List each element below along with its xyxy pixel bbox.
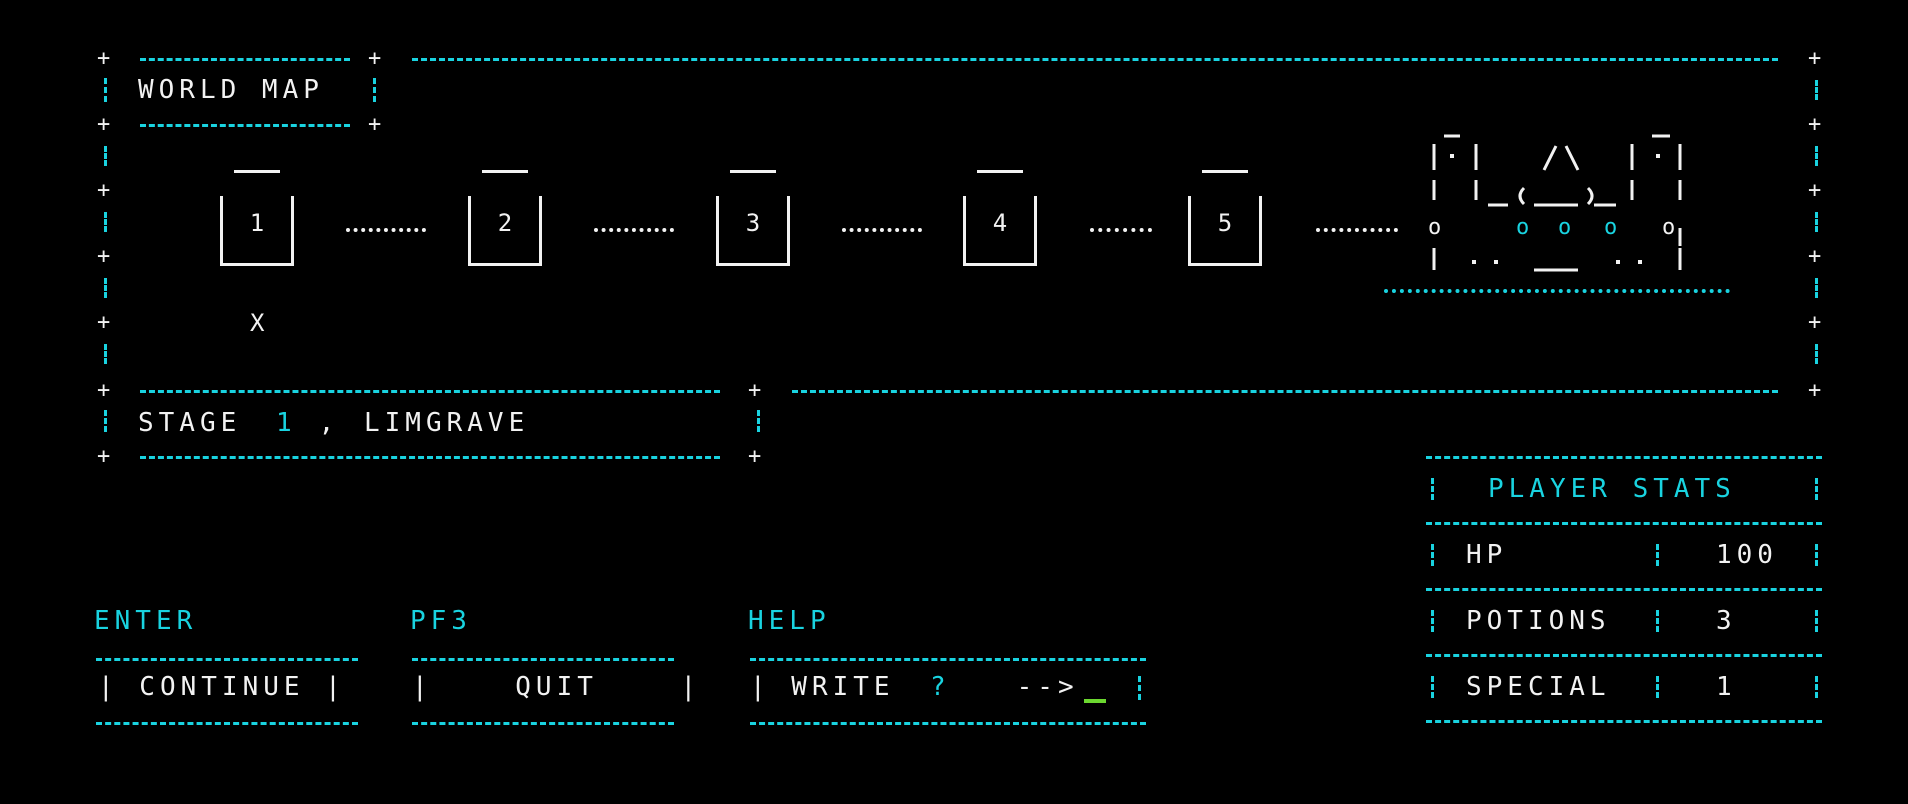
stat-value-special: 1 bbox=[1716, 672, 1737, 702]
help-arrow: --> bbox=[996, 672, 1079, 702]
stage-node-3[interactable]: 3 bbox=[708, 170, 798, 266]
stage-number: 5 bbox=[1217, 209, 1233, 237]
svg-text:o: o bbox=[1516, 215, 1529, 240]
key-label-help: HELP bbox=[748, 606, 831, 636]
svg-text:o: o bbox=[1662, 215, 1675, 240]
path-dots bbox=[594, 228, 674, 232]
stage-number-highlight: 1 bbox=[276, 408, 297, 438]
continue-button[interactable]: | CONTINUE | bbox=[98, 672, 346, 702]
help-write-label: | WRITE bbox=[750, 672, 916, 702]
terminal-screen: + + + WORLD MAP + + + + + + + + + + + + … bbox=[0, 0, 1908, 804]
location-prefix: STAGE bbox=[138, 408, 262, 438]
stage-node-1[interactable]: 1 bbox=[212, 170, 302, 266]
key-label-enter: ENTER bbox=[94, 606, 198, 636]
path-dots bbox=[1316, 228, 1398, 232]
stat-value-potions: 3 bbox=[1716, 606, 1737, 636]
stage-node-5[interactable]: 5 bbox=[1180, 170, 1270, 266]
stage-number: 2 bbox=[497, 209, 513, 237]
path-dots bbox=[842, 228, 922, 232]
frame-corner: + bbox=[97, 46, 111, 71]
stat-value-hp: 100 bbox=[1716, 540, 1778, 570]
stage-number: 3 bbox=[745, 209, 761, 237]
player-marker: X bbox=[250, 309, 270, 337]
quit-button[interactable]: | QUIT | bbox=[412, 672, 701, 702]
player-stats-title: PLAYER STATS bbox=[1488, 474, 1736, 504]
svg-text:o: o bbox=[1428, 215, 1441, 240]
svg-text:o: o bbox=[1604, 215, 1617, 240]
location-separator: , bbox=[298, 408, 360, 438]
path-dots bbox=[346, 228, 426, 232]
key-label-pf3: PF3 bbox=[410, 606, 472, 636]
stage-node-2[interactable]: 2 bbox=[460, 170, 550, 266]
castle-ground-dots bbox=[1384, 289, 1730, 293]
stat-label-potions: POTIONS bbox=[1466, 606, 1611, 636]
stage-number: 1 bbox=[249, 209, 265, 237]
command-input-cursor[interactable] bbox=[1084, 699, 1106, 703]
stat-label-special: SPECIAL bbox=[1466, 672, 1611, 702]
svg-text:o: o bbox=[1558, 215, 1571, 240]
path-dots bbox=[1090, 228, 1152, 232]
location-name: LIMGRAVE bbox=[364, 408, 530, 438]
castle-icon: o o o o o bbox=[1428, 134, 1682, 272]
stage-node-4[interactable]: 4 bbox=[955, 170, 1045, 266]
stat-label-hp: HP bbox=[1466, 540, 1508, 570]
stage-number: 4 bbox=[992, 209, 1008, 237]
help-symbol: ? bbox=[930, 672, 951, 702]
world-map-title: WORLD MAP bbox=[138, 75, 324, 105]
